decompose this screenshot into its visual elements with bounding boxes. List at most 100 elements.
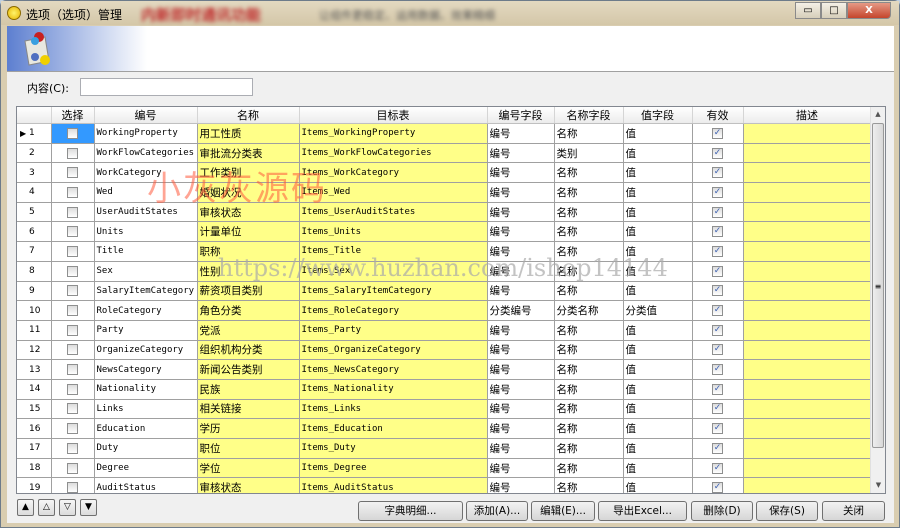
valid-checkbox[interactable]: ✓ [712,147,723,159]
code-cell[interactable]: Units [94,221,198,243]
name-cell[interactable]: 民族 [197,379,300,400]
select-cell[interactable] [51,241,95,262]
select-cell[interactable] [51,202,95,223]
row-header[interactable]: 4 [17,182,52,203]
select-checkbox[interactable] [67,462,78,474]
valid-cell[interactable]: ✓ [692,202,744,223]
valid-checkbox[interactable]: ✓ [712,383,723,395]
nameField-cell[interactable]: 名称 [554,418,624,439]
valid-checkbox[interactable]: ✓ [712,206,723,218]
nameField-cell[interactable]: 名称 [554,162,624,184]
column-header[interactable]: 名称字段 [554,107,624,124]
nameField-cell[interactable]: 名称 [554,320,624,341]
valid-checkbox[interactable]: ✓ [712,364,723,376]
code-cell[interactable]: Duty [94,438,198,459]
valid-checkbox[interactable]: ✓ [712,482,723,493]
valueField-cell[interactable]: 值 [623,399,693,420]
codeField-cell[interactable]: 编号 [487,221,555,243]
select-cell[interactable] [51,182,95,203]
table-cell[interactable]: Items_Sex [299,261,488,282]
close-button[interactable]: 关闭 [822,501,885,521]
minimize-button[interactable]: ▭ [795,2,821,19]
edit-button[interactable]: 编辑(E)... [531,501,595,521]
delete-button[interactable]: 删除(D) [691,501,753,521]
table-cell[interactable]: Items_Education [299,418,488,439]
export-excel-button[interactable]: 导出Excel... [598,501,687,521]
valueField-cell[interactable]: 值 [623,458,693,479]
name-cell[interactable]: 工作类别 [197,162,300,184]
table-cell[interactable]: Items_OrganizeCategory [299,340,488,361]
description-cell[interactable] [743,359,872,380]
table-row[interactable]: 12 OrganizeCategory 组织机构分类 Items_OrganizeCa… [17,340,872,361]
select-cell[interactable] [51,379,95,400]
codeField-cell[interactable]: 编号 [487,458,555,479]
table-row[interactable]: 16 Education 学历 Items_Education 编号 名称值 ✓ [17,418,872,439]
nameField-cell[interactable]: 名称 [554,438,624,459]
code-cell[interactable]: AuditStatus [94,477,198,493]
save-button[interactable]: 保存(S) [756,501,818,521]
table-cell[interactable]: Items_WorkCategory [299,162,488,184]
row-header[interactable]: 13 [17,359,52,380]
table-cell[interactable]: Items_UserAuditStates [299,202,488,223]
row-header[interactable]: 6 [17,221,52,243]
row-header[interactable]: 8 [17,261,52,282]
valueField-cell[interactable]: 值 [623,379,693,400]
name-cell[interactable]: 党派 [197,320,300,341]
nameField-cell[interactable]: 名称 [554,221,624,243]
codeField-cell[interactable]: 编号 [487,399,555,420]
valid-cell[interactable]: ✓ [692,261,744,282]
select-cell[interactable] [51,438,95,459]
select-cell[interactable] [51,418,95,439]
nameField-cell[interactable]: 名称 [554,359,624,380]
select-checkbox[interactable] [67,442,78,454]
codeField-cell[interactable]: 编号 [487,379,555,400]
nameField-cell[interactable]: 类别 [554,143,624,164]
codeField-cell[interactable]: 编号 [487,320,555,341]
row-header[interactable]: 18 [17,458,52,479]
select-cell[interactable] [51,399,95,420]
move-last-button[interactable]: ▼ [80,499,97,516]
valueField-cell[interactable]: 值 [623,202,693,223]
column-header[interactable]: 名称 [197,107,300,124]
row-header[interactable]: 15 [17,399,52,420]
codeField-cell[interactable]: 编号 [487,261,555,282]
description-cell[interactable] [743,418,872,439]
nameField-cell[interactable]: 名称 [554,182,624,203]
select-cell[interactable] [51,281,95,302]
valid-cell[interactable]: ✓ [692,123,744,144]
valid-cell[interactable]: ✓ [692,281,744,302]
row-header[interactable]: 3 [17,162,52,184]
description-cell[interactable] [743,143,872,164]
table-row[interactable]: 11 Party 党派 Items_Party 编号 名称值 ✓ [17,320,872,341]
select-checkbox[interactable] [67,265,78,277]
row-header[interactable]: 12 [17,340,52,361]
valid-cell[interactable]: ✓ [692,300,744,321]
column-header[interactable]: 目标表 [299,107,488,124]
select-checkbox[interactable] [67,226,78,238]
nameField-cell[interactable]: 名称 [554,340,624,361]
valid-cell[interactable]: ✓ [692,143,744,164]
close-window-button[interactable]: X [847,2,891,19]
valid-cell[interactable]: ✓ [692,162,744,184]
table-cell[interactable]: Items_Party [299,320,488,341]
nameField-cell[interactable]: 名称 [554,202,624,223]
valid-checkbox[interactable]: ✓ [712,324,723,336]
description-cell[interactable] [743,123,872,144]
nameField-cell[interactable]: 名称 [554,458,624,479]
valueField-cell[interactable]: 值 [623,418,693,439]
name-cell[interactable]: 组织机构分类 [197,340,300,361]
select-checkbox[interactable] [67,423,78,435]
table-row[interactable]: 13 NewsCategory 新闻公告类别 Items_NewsCategory 编号… [17,359,872,380]
valid-cell[interactable]: ✓ [692,438,744,459]
select-checkbox[interactable] [67,364,78,376]
codeField-cell[interactable]: 编号 [487,340,555,361]
code-cell[interactable]: Wed [94,182,198,203]
row-header[interactable]: 5 [17,202,52,223]
select-cell[interactable] [51,123,95,144]
valueField-cell[interactable]: 值 [623,241,693,262]
row-header[interactable]: ▶ 1 [17,123,52,144]
valid-cell[interactable]: ✓ [692,399,744,420]
name-cell[interactable]: 审核状态 [197,202,300,223]
table-row[interactable]: 9 SalaryItemCategory 薪资项目类别 Items_SalaryIte… [17,281,872,302]
select-cell[interactable] [51,143,95,164]
